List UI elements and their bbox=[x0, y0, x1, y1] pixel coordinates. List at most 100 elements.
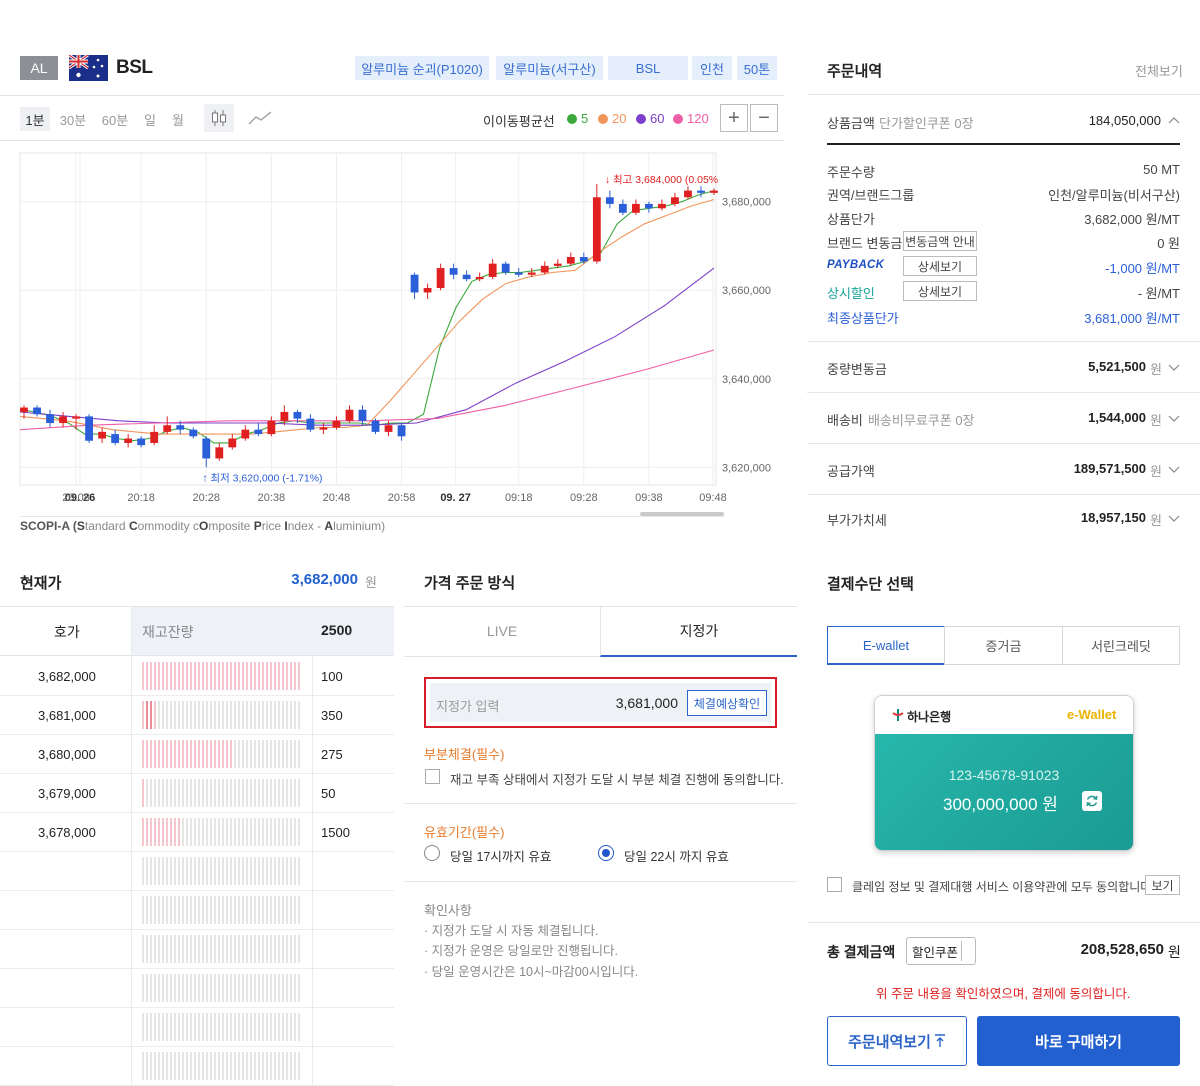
candle-body bbox=[358, 409, 367, 421]
orderbook-row[interactable]: 3,680,000 275 bbox=[0, 735, 394, 774]
brand-change-value: 0 원 bbox=[1157, 236, 1180, 251]
expected-fill-check-button[interactable]: 체결예상확인 bbox=[687, 690, 767, 716]
terms-view-button[interactable]: 보기 bbox=[1145, 875, 1180, 895]
regular-discount-value: - 원/MT bbox=[1137, 286, 1180, 301]
orderbook-row bbox=[0, 1008, 394, 1047]
chevron-down-icon[interactable] bbox=[1168, 362, 1180, 372]
limit-price-input-area[interactable]: 지정가 입력 3,681,000 체결예상확인 bbox=[430, 683, 771, 722]
product-amount-value: 184,050,000 bbox=[1088, 113, 1161, 128]
candle-body bbox=[280, 411, 289, 421]
limit-price-box: 지정가 입력 3,681,000 체결예상확인 bbox=[424, 677, 777, 728]
shipping-label: 배송비 bbox=[827, 413, 863, 428]
index-caption: SCOPI-A (Standard Commodity cOmposite Pr… bbox=[20, 519, 386, 533]
terms-agree-checkbox[interactable] bbox=[827, 877, 842, 892]
zoom-out-button[interactable]: − bbox=[750, 104, 778, 132]
candle-body bbox=[501, 263, 510, 273]
order-history-button[interactable]: 주문내역보기 bbox=[827, 1016, 967, 1066]
stock-bar bbox=[142, 1013, 302, 1041]
ma-legend-60[interactable]: 60 bbox=[636, 111, 664, 126]
ma-legend-120[interactable]: 120 bbox=[673, 111, 709, 126]
chevron-down-icon[interactable] bbox=[1168, 464, 1180, 474]
timeframe-day[interactable]: 일 bbox=[140, 107, 160, 131]
candle-body bbox=[59, 416, 67, 424]
discount-coupon-button[interactable]: 할인쿠폰 bbox=[906, 937, 976, 965]
x-tick-label: 09:38 bbox=[635, 492, 663, 504]
supply-label: 공급가액 bbox=[827, 464, 875, 479]
validity-22h-radio[interactable] bbox=[598, 845, 614, 861]
chevron-down-icon[interactable] bbox=[1168, 513, 1180, 523]
ma-legend-20[interactable]: 20 bbox=[598, 111, 626, 126]
candlestick-chart-icon[interactable] bbox=[204, 104, 234, 132]
tab-seorin-credit[interactable]: 서린크레딧 bbox=[1062, 626, 1180, 665]
orderbook-divider bbox=[131, 606, 132, 1086]
timeframe-30min[interactable]: 30분 bbox=[58, 107, 88, 131]
candle-body bbox=[449, 268, 458, 275]
current-price-unit: 원 bbox=[365, 575, 377, 590]
candle-body bbox=[671, 197, 679, 204]
orderbook-row[interactable]: 3,681,000 350 bbox=[0, 696, 394, 735]
ma-legend-5[interactable]: 5 bbox=[567, 111, 588, 126]
validity-17h-radio[interactable] bbox=[424, 845, 440, 861]
refresh-icon[interactable] bbox=[1082, 791, 1102, 811]
note-item: · 지정가 도달 시 자동 체결됩니다. bbox=[424, 924, 599, 938]
partial-fill-checkbox[interactable] bbox=[425, 769, 440, 784]
candle-body bbox=[98, 431, 107, 439]
stock-bar-fill bbox=[142, 779, 146, 807]
ewallet-card[interactable]: 하나은행 e-Wallet 123-45678-91023 300,000,00… bbox=[874, 695, 1134, 851]
orderbook-row bbox=[0, 891, 394, 930]
view-all-link[interactable]: 전체보기 bbox=[1135, 61, 1183, 80]
payback-detail-button[interactable]: 상세보기 bbox=[903, 256, 977, 276]
orderbook-row bbox=[0, 1047, 394, 1086]
timeframe-1min[interactable]: 1분 bbox=[20, 107, 50, 131]
orderbook-row[interactable]: 3,682,000 100 bbox=[0, 657, 394, 696]
buy-now-button[interactable]: 바로 구매하기 bbox=[977, 1016, 1180, 1066]
order-history-label: 주문내역보기 bbox=[848, 1033, 931, 1051]
total-value: 208,528,650 bbox=[1080, 941, 1164, 958]
partial-fill-text: 재고 부족 상태에서 지정가 도달 시 부분 체결 진행에 동의합니다. bbox=[450, 773, 784, 787]
candle-body bbox=[475, 276, 484, 280]
divider bbox=[404, 881, 797, 882]
tab-ewallet[interactable]: E-wallet bbox=[827, 626, 945, 665]
chevron-down-icon[interactable] bbox=[1168, 413, 1180, 423]
divider bbox=[807, 494, 1200, 495]
arrow-top-icon bbox=[934, 1034, 945, 1047]
ma-60-dot-icon bbox=[636, 113, 646, 124]
candle-body bbox=[514, 272, 523, 275]
chevron-up-icon[interactable] bbox=[1168, 116, 1180, 126]
limit-price-placeholder: 지정가 입력 bbox=[436, 699, 500, 714]
limit-price-input[interactable]: 3,681,000 bbox=[610, 695, 678, 711]
orderbook-row[interactable]: 3,679,000 50 bbox=[0, 774, 394, 813]
candle-body bbox=[566, 257, 575, 264]
candle-body bbox=[215, 447, 224, 459]
candle-body bbox=[605, 197, 614, 204]
shipping-coupon[interactable]: 배송비무료쿠폰 0장 bbox=[868, 410, 975, 429]
line-chart-icon[interactable] bbox=[245, 104, 275, 132]
orderbook-row[interactable]: 3,678,000 1500 bbox=[0, 813, 394, 852]
candle-body bbox=[319, 427, 328, 430]
x-tick-label: 20:18 bbox=[127, 492, 155, 504]
tab-live[interactable]: LIVE bbox=[404, 606, 600, 657]
candle-body bbox=[150, 431, 159, 443]
regular-discount-detail-button[interactable]: 상세보기 bbox=[903, 281, 977, 301]
orderbook-divider bbox=[312, 656, 313, 1086]
orderbook-total: 2500 bbox=[321, 622, 353, 638]
candle-body bbox=[592, 197, 601, 262]
zoom-in-button[interactable]: + bbox=[720, 104, 748, 132]
card-header: 하나은행 e-Wallet bbox=[875, 696, 1133, 734]
product-amount-coupon[interactable]: 단가할인쿠폰 0장 bbox=[879, 113, 974, 132]
brand-change-info-button[interactable]: 변동금액 안내 bbox=[903, 231, 977, 251]
tab-deposit[interactable]: 증거금 bbox=[944, 626, 1063, 665]
ma-120-dot-icon bbox=[673, 113, 683, 124]
price-chart[interactable]: 3,620,000 3,640,000 3,660,000 3,680,000 09. … bbox=[0, 145, 790, 520]
tab-limit[interactable]: 지정가 bbox=[600, 606, 797, 657]
unit-price-value: 3,682,000 원/MT bbox=[1084, 212, 1180, 227]
qty-label: 주문수량 bbox=[827, 165, 875, 180]
payback-logo: PAYBACK bbox=[827, 259, 885, 271]
partial-fill-title: 부분체결(필수) bbox=[424, 747, 505, 762]
timeframe-month[interactable]: 월 bbox=[168, 107, 188, 131]
candle-body bbox=[33, 407, 41, 415]
coupon-notch-icon bbox=[961, 941, 975, 961]
x-tick-label: 09:48 bbox=[699, 492, 727, 504]
bank-name: 하나은행 bbox=[907, 710, 952, 724]
timeframe-60min[interactable]: 60분 bbox=[98, 107, 132, 131]
